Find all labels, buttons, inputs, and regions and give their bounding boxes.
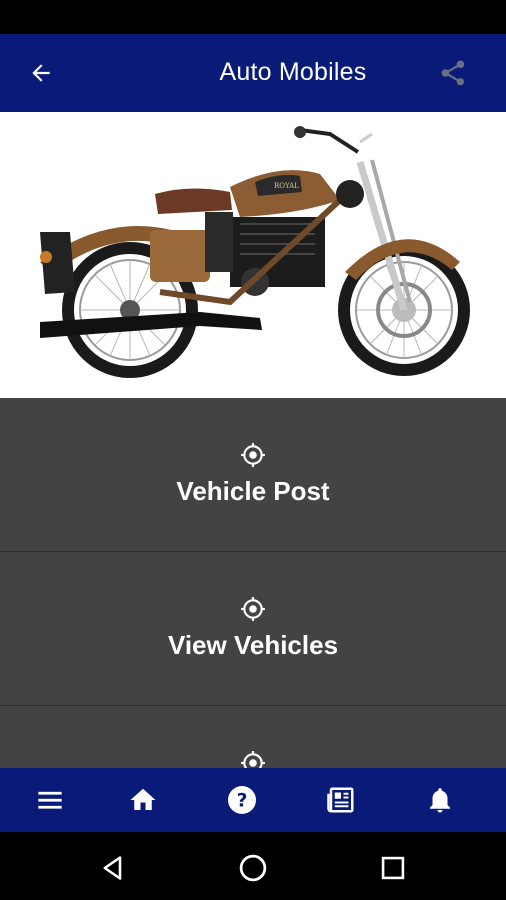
nav-notifications-button[interactable] [420, 780, 460, 820]
home-icon [130, 788, 156, 810]
nav-help-button[interactable]: ? [222, 780, 262, 820]
bell-icon [430, 788, 450, 813]
vehicle-post-label: Vehicle Post [176, 476, 330, 506]
system-home-button[interactable] [233, 848, 273, 888]
news-icon [327, 787, 354, 813]
help-icon: ? [228, 786, 256, 814]
app-bar: Auto Mobiles [0, 34, 506, 112]
view-vehicles-label: View Vehicles [167, 630, 339, 660]
nav-menu-button[interactable] [30, 780, 70, 820]
target-icon [241, 443, 265, 467]
share-button[interactable] [436, 56, 470, 90]
page-title: Auto Mobiles [219, 58, 367, 86]
recents-square-icon [381, 856, 405, 880]
vehicle-post-button[interactable]: Vehicle Post [0, 398, 506, 552]
status-bar [0, 0, 506, 34]
nav-home-button[interactable] [123, 780, 163, 820]
svg-text:?: ? [237, 791, 248, 812]
motorcycle-photo: ROYAL [40, 126, 470, 378]
target-icon [241, 597, 265, 621]
back-triangle-icon [103, 856, 122, 880]
nav-news-button[interactable] [321, 780, 361, 820]
menu-icon [38, 791, 62, 809]
menu-list: Vehicle Post View Vehicles [0, 398, 506, 768]
motorcycle-image: ROYAL [0, 112, 506, 398]
target-icon [241, 751, 265, 768]
menu-item-partial[interactable] [0, 706, 506, 768]
home-circle-icon [239, 854, 267, 882]
system-recents-button[interactable] [373, 848, 413, 888]
view-vehicles-button[interactable]: View Vehicles [0, 552, 506, 706]
system-nav-bar [0, 832, 506, 900]
system-back-button[interactable] [93, 848, 133, 888]
share-icon [441, 60, 465, 86]
bottom-nav: ? [0, 768, 506, 832]
svg-text:ROYAL: ROYAL [274, 182, 299, 190]
